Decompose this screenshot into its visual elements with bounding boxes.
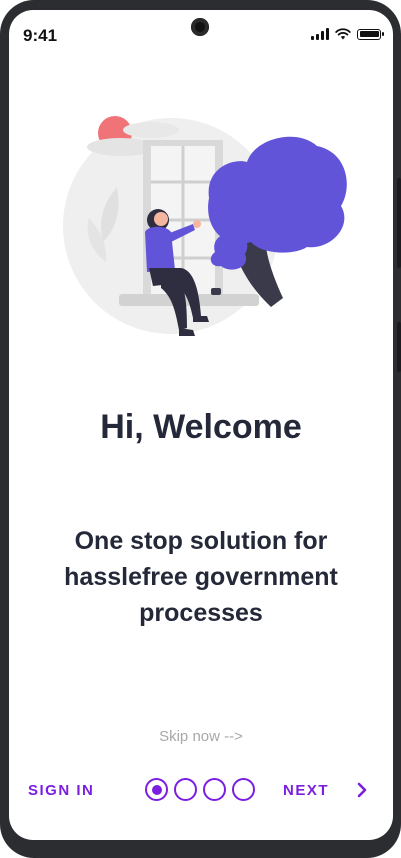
power-button — [397, 322, 401, 372]
welcome-title: Hi, Welcome — [100, 408, 302, 446]
onboarding-footer: SIGN IN NEXT — [9, 776, 393, 806]
phone-frame: 9:41 Hi, Welcome One stop solution for h… — [0, 0, 401, 858]
status-bar: 9:41 — [9, 10, 393, 56]
page-dot-4[interactable] — [232, 778, 255, 801]
chevron-right-icon[interactable] — [355, 779, 371, 801]
skip-now-link[interactable]: Skip now --> — [9, 728, 393, 745]
subtitle-line: processes — [139, 599, 263, 627]
volume-button — [397, 178, 401, 268]
wifi-icon — [335, 28, 351, 40]
subtitle-line: hasslefree government — [64, 563, 338, 591]
status-time: 9:41 — [23, 26, 58, 45]
battery-icon — [357, 28, 384, 40]
front-camera — [191, 18, 209, 36]
status-icons — [311, 28, 384, 40]
page-dot-1[interactable] — [145, 778, 168, 801]
signal-icon — [311, 28, 329, 40]
next-button[interactable]: NEXT — [283, 782, 329, 799]
subtitle-line: One stop solution for — [74, 527, 328, 555]
page-indicator — [145, 778, 255, 801]
woman-at-window-illustration — [63, 116, 347, 336]
page-dot-2[interactable] — [174, 778, 197, 801]
page-dot-3[interactable] — [203, 778, 226, 801]
sign-in-button[interactable]: SIGN IN — [28, 782, 94, 799]
app-screen: 9:41 Hi, Welcome One stop solution for h… — [9, 10, 393, 840]
welcome-subtitle: One stop solution for hasslefree governm… — [39, 523, 363, 631]
